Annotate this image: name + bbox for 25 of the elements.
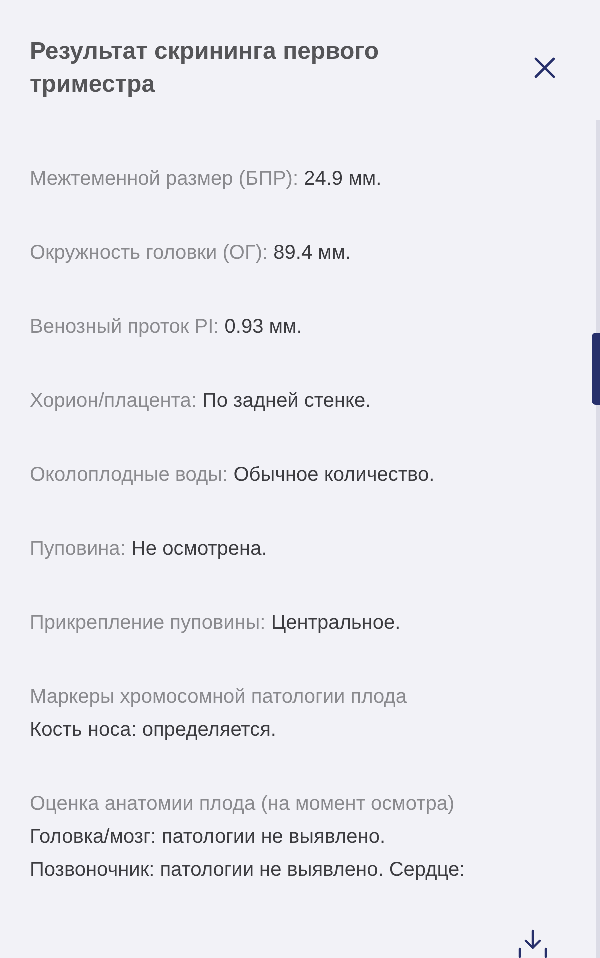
field-value: По задней стенке. [202, 389, 372, 414]
field-label: Венозный проток PI: [30, 315, 220, 340]
field-value: 0.93 мм. [224, 315, 302, 340]
field-label: Хорион/плацента: [30, 389, 197, 414]
field-value: 89.4 мм. [274, 241, 352, 266]
field-label: Пуповина: [30, 537, 126, 562]
field-value: Головка/мозг: патологии не выявлено. [30, 825, 386, 850]
field-value: Центральное. [271, 611, 401, 636]
close-button[interactable] [533, 56, 557, 80]
close-icon [534, 57, 556, 79]
field-label: Прикрепление пуповины: [30, 611, 266, 636]
field-value: Позвоночник: патологии не выявлено. Сердце: [30, 858, 466, 883]
field-label: Маркеры хромосомной патологии плода [30, 685, 407, 710]
field-label: Околоплодные воды: [30, 463, 228, 488]
dialog-title: Результат скрининга первого триместра [30, 37, 380, 100]
download-icon [517, 929, 549, 958]
field-label: Окружность головки (ОГ): [30, 241, 268, 266]
field-value: Обычное количество. [234, 463, 435, 488]
field-value: Не осмотрена. [131, 537, 268, 562]
field-value: Кость носа: определяется. [30, 718, 276, 743]
scrollbar-thumb[interactable] [592, 333, 600, 405]
field-label: Оценка анатомии плода (на момент осмотра) [30, 792, 455, 817]
field-value: 24.9 мм. [304, 167, 382, 192]
field-label: Межтеменной размер (БПР): [30, 167, 298, 192]
download-button[interactable] [517, 929, 549, 958]
